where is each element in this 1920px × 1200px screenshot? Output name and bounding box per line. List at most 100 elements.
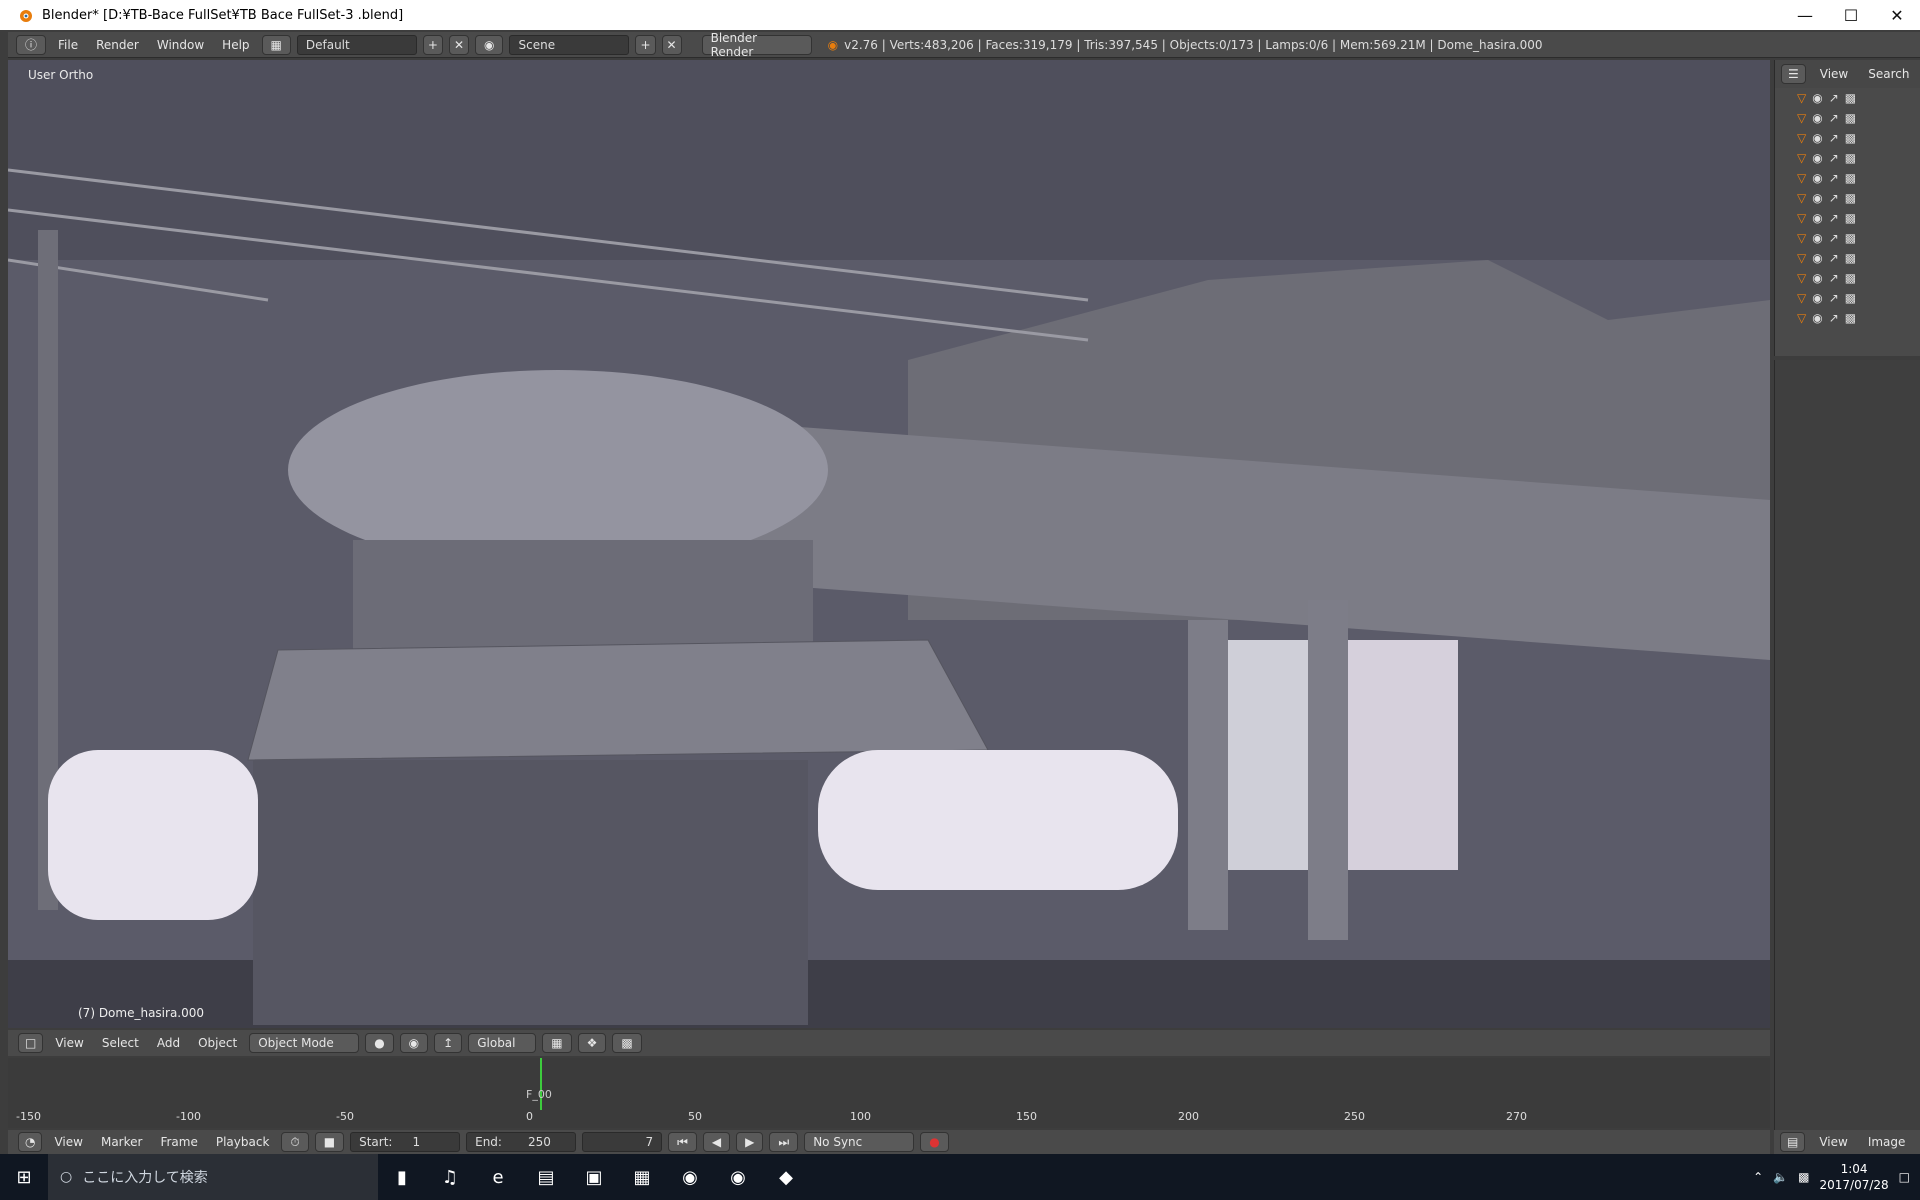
menu-window[interactable]: Window <box>151 38 210 52</box>
minimize-button[interactable]: — <box>1782 0 1828 30</box>
3d-viewport[interactable]: User Ortho (7) Dome_hasira.000 <box>8 60 1770 1028</box>
preview-range-icon[interactable]: ⏱ <box>281 1132 309 1152</box>
viewport-editor-icon[interactable]: □ <box>18 1033 44 1053</box>
select-cursor-icon[interactable]: ↗ <box>1829 111 1839 125</box>
list-item[interactable]: ▽ ◉ ↗ ▩ <box>1775 148 1920 168</box>
start-button[interactable]: ⊞ <box>0 1154 48 1200</box>
record-icon[interactable]: ● <box>920 1132 949 1152</box>
select-cursor-icon[interactable]: ↗ <box>1829 91 1839 105</box>
play-reverse-icon[interactable]: ◀ <box>702 1132 731 1152</box>
notifications-icon[interactable]: □ <box>1899 1170 1910 1184</box>
play-icon[interactable]: ▶ <box>736 1132 764 1152</box>
pivot-icon[interactable]: ◉ <box>399 1033 429 1053</box>
start-frame-field[interactable]: Start: 1 <box>350 1132 461 1152</box>
snap-icon[interactable]: ❖ <box>577 1033 607 1053</box>
visibility-eye-icon[interactable]: ◉ <box>1812 271 1822 285</box>
render-camera-icon[interactable]: ▩ <box>1845 191 1856 205</box>
menu-render[interactable]: Render <box>90 38 145 52</box>
list-item[interactable]: ▽ ◉ ↗ ▩ <box>1775 308 1920 328</box>
select-cursor-icon[interactable]: ↗ <box>1829 291 1839 305</box>
image-editor-icon[interactable]: ▤ <box>1780 1132 1806 1152</box>
end-frame-field[interactable]: End: 250 <box>466 1132 577 1152</box>
menu-file[interactable]: File <box>52 38 84 52</box>
render-camera-icon[interactable]: ▩ <box>1845 231 1856 245</box>
maximize-button[interactable]: ☐ <box>1828 0 1874 30</box>
timeline-menu-frame[interactable]: Frame <box>154 1135 203 1149</box>
visibility-eye-icon[interactable]: ◉ <box>1812 311 1822 325</box>
visibility-eye-icon[interactable]: ◉ <box>1812 171 1822 185</box>
viewport-menu-add[interactable]: Add <box>151 1036 186 1050</box>
layout-field[interactable]: Default <box>296 34 417 55</box>
volume-icon[interactable]: 🔈 <box>1773 1170 1788 1184</box>
object-mode-dropdown[interactable]: Object Mode <box>249 1033 360 1053</box>
manipulator-icon[interactable]: ↥ <box>434 1033 463 1053</box>
list-item[interactable]: ▽ ◉ ↗ ▩ <box>1775 248 1920 268</box>
select-cursor-icon[interactable]: ↗ <box>1829 131 1839 145</box>
render-camera-icon[interactable]: ▩ <box>1845 291 1856 305</box>
remove-layout-icon[interactable]: ✕ <box>448 34 469 55</box>
jump-end-icon[interactable]: ⏭ <box>769 1132 799 1152</box>
list-item[interactable]: ▽ ◉ ↗ ▩ <box>1775 168 1920 188</box>
render-camera-icon[interactable]: ▩ <box>1845 91 1856 105</box>
network-icon[interactable]: ▩ <box>1798 1170 1809 1184</box>
timeline-editor-icon[interactable]: ◔ <box>18 1132 43 1152</box>
layout-icon[interactable]: ▦ <box>261 34 291 55</box>
select-cursor-icon[interactable]: ↗ <box>1829 211 1839 225</box>
outliner-menu-view[interactable]: View <box>1814 67 1854 81</box>
render-engine-dropdown[interactable]: Blender Render <box>701 31 812 59</box>
add-scene-icon[interactable]: + <box>635 34 656 55</box>
render-camera-icon[interactable]: ▩ <box>1845 151 1856 165</box>
render-camera-icon[interactable]: ▩ <box>1845 131 1856 145</box>
render-icon[interactable]: ▩ <box>612 1033 642 1053</box>
visibility-eye-icon[interactable]: ◉ <box>1812 131 1822 145</box>
viewport-menu-view[interactable]: View <box>49 1036 89 1050</box>
remove-scene-icon[interactable]: ✕ <box>661 34 682 55</box>
select-cursor-icon[interactable]: ↗ <box>1829 271 1839 285</box>
orientation-dropdown[interactable]: Global <box>468 1033 537 1053</box>
scene-icon[interactable]: ◉ <box>475 34 504 55</box>
visibility-eye-icon[interactable]: ◉ <box>1812 91 1822 105</box>
info-editor-icon[interactable]: ⓘ <box>16 34 47 55</box>
select-cursor-icon[interactable]: ↗ <box>1829 171 1839 185</box>
sync-dropdown[interactable]: No Sync <box>804 1132 915 1152</box>
chrome-icon[interactable]: ◉ <box>666 1154 714 1200</box>
layers-icon[interactable]: ▦ <box>542 1033 572 1053</box>
blender-taskbar-icon[interactable]: ◉ <box>714 1154 762 1200</box>
select-cursor-icon[interactable]: ↗ <box>1829 151 1839 165</box>
render-camera-icon[interactable]: ▩ <box>1845 211 1856 225</box>
render-camera-icon[interactable]: ▩ <box>1845 171 1856 185</box>
visibility-eye-icon[interactable]: ◉ <box>1812 111 1822 125</box>
calculator-icon[interactable]: ▦ <box>618 1154 666 1200</box>
lock-icon[interactable]: ■ <box>314 1132 345 1152</box>
add-layout-icon[interactable]: + <box>422 34 443 55</box>
visibility-eye-icon[interactable]: ◉ <box>1812 191 1822 205</box>
timeline-menu-view[interactable]: View <box>48 1135 88 1149</box>
close-button[interactable]: ✕ <box>1874 0 1920 30</box>
list-item[interactable]: ▽ ◉ ↗ ▩ <box>1775 268 1920 288</box>
list-item[interactable]: ▽ ◉ ↗ ▩ <box>1775 288 1920 308</box>
timeline[interactable]: F_00 -150 -100 -50 0 50 100 150 200 250 … <box>8 1058 1770 1128</box>
render-camera-icon[interactable]: ▩ <box>1845 251 1856 265</box>
list-item[interactable]: ▽ ◉ ↗ ▩ <box>1775 188 1920 208</box>
timeline-menu-marker[interactable]: Marker <box>95 1135 148 1149</box>
outliner-menu-search[interactable]: Search <box>1862 67 1915 81</box>
shading-icon[interactable]: ● <box>365 1033 394 1053</box>
select-cursor-icon[interactable]: ↗ <box>1829 251 1839 265</box>
current-frame-field[interactable]: 7 <box>582 1132 663 1152</box>
select-cursor-icon[interactable]: ↗ <box>1829 191 1839 205</box>
jump-start-icon[interactable]: ⏮ <box>668 1132 697 1152</box>
timeline-menu-playback[interactable]: Playback <box>210 1135 276 1149</box>
visibility-eye-icon[interactable]: ◉ <box>1812 211 1822 225</box>
visibility-eye-icon[interactable]: ◉ <box>1812 151 1822 165</box>
visibility-eye-icon[interactable]: ◉ <box>1812 291 1822 305</box>
render-camera-icon[interactable]: ▩ <box>1845 111 1856 125</box>
render-camera-icon[interactable]: ▩ <box>1845 311 1856 325</box>
visibility-eye-icon[interactable]: ◉ <box>1812 251 1822 265</box>
clock[interactable]: 1:04 2017/07/28 <box>1819 1161 1888 1193</box>
list-item[interactable]: ▽ ◉ ↗ ▩ <box>1775 88 1920 108</box>
taskbar-search[interactable]: ○ ここに入力して検索 <box>48 1154 378 1200</box>
menu-help[interactable]: Help <box>216 38 255 52</box>
list-item[interactable]: ▽ ◉ ↗ ▩ <box>1775 108 1920 128</box>
image-menu-view[interactable]: View <box>1813 1135 1853 1149</box>
scene-field[interactable]: Scene <box>509 34 630 55</box>
